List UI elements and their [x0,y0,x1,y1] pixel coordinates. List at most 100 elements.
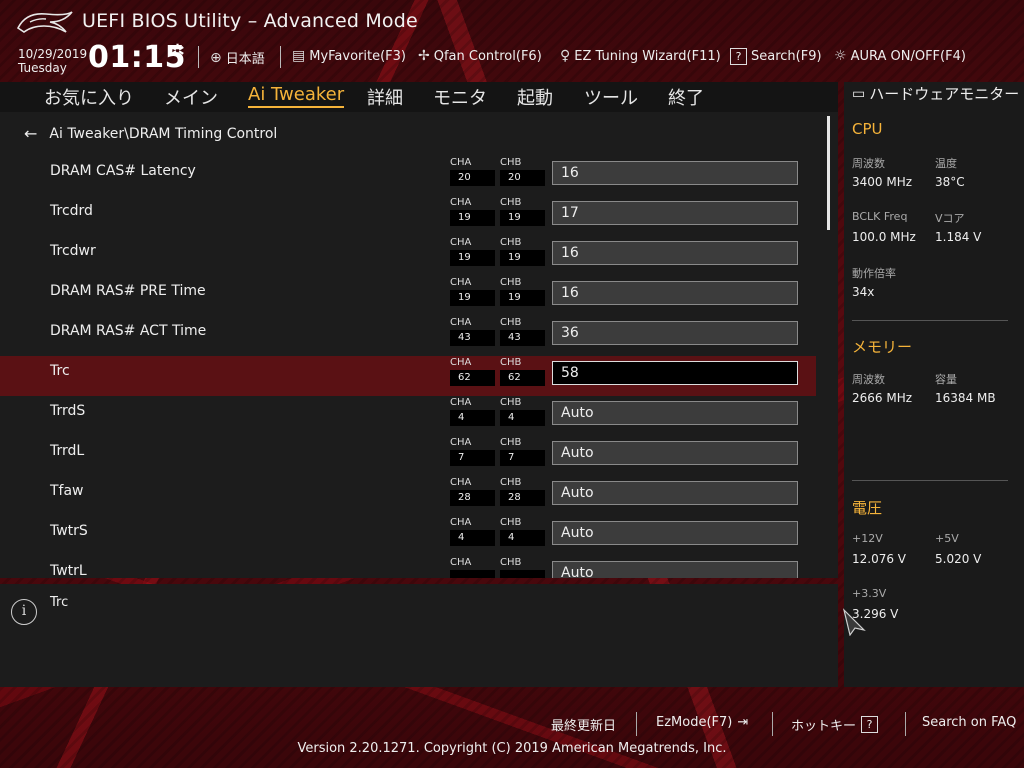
channel-a-label: CHA [450,477,472,488]
myfavorite-button[interactable]: ▤ MyFavorite(F3) [292,48,406,64]
channel-b-value: 62 [500,370,545,386]
channel-a-value: 62 [450,370,495,386]
scrollbar[interactable] [827,116,830,230]
voltage-heading: 電圧 [852,499,883,517]
ezmode-button[interactable]: EzMode(F7) ⇥ [656,715,748,730]
tab-favorites[interactable]: お気に入り [44,84,134,110]
back-arrow-icon[interactable]: ← [24,124,37,143]
channel-a: CHA 19 [450,237,495,266]
search-faq-button[interactable]: Search on FAQ [922,715,1016,730]
v12-label: +12V [852,532,883,545]
breadcrumb-path: Ai Tweaker\DRAM Timing Control [49,125,278,142]
divider [852,480,1008,481]
channel-b: CHB 19 [500,277,545,306]
channel-a: CHA 20 [450,157,495,186]
setting-value-input[interactable]: 16 [552,281,798,305]
language-button[interactable]: ⊕ 日本語 [210,48,265,68]
tab-bar: お気に入り メイン Ai Tweaker 詳細 モニタ 起動 ツール 終了 [0,82,838,112]
channel-b-label: CHB [500,437,522,448]
ez-tuning-label: EZ Tuning Wizard(F11) [574,48,721,64]
channel-b-label: CHB [500,477,522,488]
tab-monitor[interactable]: モニタ [433,84,487,110]
channel-a: CHA [450,557,495,578]
setting-label: Trcdrd [50,203,93,219]
channel-b: CHB [500,557,545,578]
fan-icon: ✢ [418,48,430,64]
cpu-temp-value: 38°C [935,175,965,189]
tab-main[interactable]: メイン [164,84,218,110]
divider [772,712,773,736]
mem-cap-value: 16384 MB [935,391,996,405]
aura-label: AURA ON/OFF(F4) [850,48,966,64]
language-label: 日本語 [225,52,265,67]
breadcrumb: ← Ai Tweaker\DRAM Timing Control [24,124,277,143]
setting-value-input[interactable]: Auto [552,441,798,465]
aura-button[interactable]: ☼ AURA ON/OFF(F4) [834,48,966,64]
mem-cap-label: 容量 [935,373,957,386]
gear-icon[interactable]: ✲ [170,41,185,62]
tab-advanced[interactable]: 詳細 [367,84,403,110]
setting-value-input[interactable]: 58 [552,361,798,385]
search-button[interactable]: ? Search(F9) [730,48,822,65]
bclk-value: 100.0 MHz [852,230,916,244]
setting-value-input[interactable]: 17 [552,201,798,225]
setting-row[interactable]: DRAM RAS# PRE Time CHA 19 CHB 19 16 [0,276,816,316]
qfan-control-button[interactable]: ✢ Qfan Control(F6) [418,48,542,64]
setting-row[interactable]: Tfaw CHA 28 CHB 28 Auto [0,476,816,516]
setting-label: Trc [50,363,70,379]
setting-row[interactable]: Trcdrd CHA 19 CHB 19 17 [0,196,816,236]
search-faq-label: Search on FAQ [922,715,1017,730]
channel-a: CHA 62 [450,357,495,386]
divider [636,712,637,736]
aura-icon: ☼ [834,48,847,64]
setting-value-input[interactable]: 16 [552,241,798,265]
cpu-freq-value: 3400 MHz [852,175,913,189]
v5-label: +5V [935,532,959,545]
setting-row[interactable]: DRAM RAS# ACT Time CHA 43 CHB 43 36 [0,316,816,356]
setting-row[interactable]: TwtrL CHA CHB Auto [0,556,816,578]
setting-value-input[interactable]: 36 [552,321,798,345]
channel-a: CHA 4 [450,517,495,546]
hotkeys-button[interactable]: ホットキー ? [791,715,879,734]
channel-a-label: CHA [450,437,472,448]
tab-tool[interactable]: ツール [584,84,638,110]
channel-b-value: 19 [500,290,545,306]
setting-row[interactable]: Trcdwr CHA 19 CHB 19 16 [0,236,816,276]
setting-row[interactable]: DRAM CAS# Latency CHA 20 CHB 20 16 [0,156,816,196]
tab-boot[interactable]: 起動 [517,84,553,110]
setting-value-input[interactable]: 16 [552,161,798,185]
setting-row[interactable]: TrrdL CHA 7 CHB 7 Auto [0,436,816,476]
search-label: Search(F9) [751,49,822,64]
memory-heading: メモリー [852,338,913,356]
setting-value-input[interactable]: Auto [552,521,798,545]
copyright-text: Version 2.20.1271. Copyright (C) 2019 Am… [297,741,727,756]
tab-ai-tweaker[interactable]: Ai Tweaker [248,84,345,108]
setting-value-input[interactable]: Auto [552,561,798,578]
divider [905,712,906,736]
setting-row[interactable]: Trc CHA 62 CHB 62 58 [0,356,816,396]
channel-b-label: CHB [500,157,522,168]
bclk-label: BCLK Freq [852,210,908,223]
setting-label: TrrdL [50,443,85,459]
last-modified-button[interactable]: 最終更新日 [551,715,616,734]
vcore-label: Vコア [935,212,965,225]
channel-b: CHB 4 [500,397,545,426]
ezmode-label: EzMode(F7) [656,715,733,730]
setting-row[interactable]: TrrdS CHA 4 CHB 4 Auto [0,396,816,436]
channel-a-label: CHA [450,237,472,248]
channel-b: CHB 62 [500,357,545,386]
setting-label: TrrdS [50,403,86,419]
channel-a-label: CHA [450,397,472,408]
divider [852,320,1008,321]
setting-value-input[interactable]: Auto [552,401,798,425]
globe-icon: ⊕ [210,49,222,66]
tab-exit[interactable]: 終了 [668,84,704,110]
channel-b-value: 19 [500,250,545,266]
mem-freq-value: 2666 MHz [852,391,913,405]
channel-b-value: 7 [500,450,545,466]
channel-a-value: 19 [450,210,495,226]
setting-row[interactable]: TwtrS CHA 4 CHB 4 Auto [0,516,816,556]
channel-a-value: 4 [450,410,495,426]
ez-tuning-wizard-button[interactable]: ♀ EZ Tuning Wizard(F11) [560,48,721,64]
setting-value-input[interactable]: Auto [552,481,798,505]
